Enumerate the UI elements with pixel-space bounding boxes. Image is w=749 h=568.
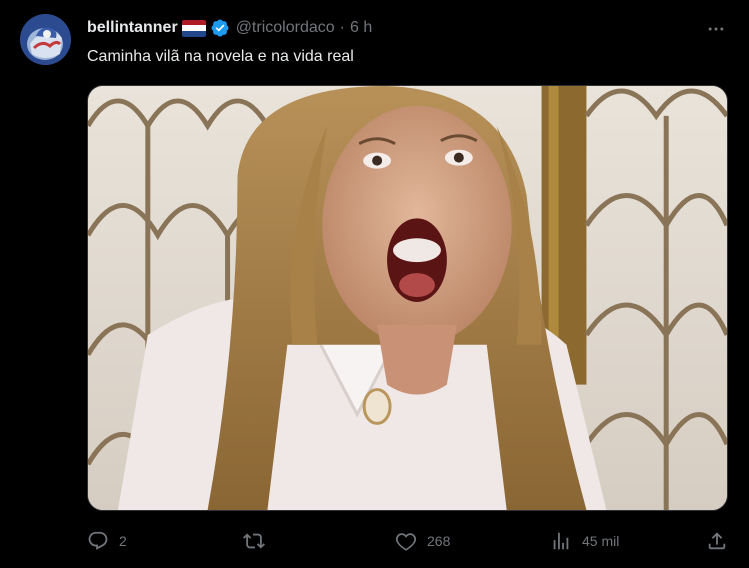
like-count: 268 — [427, 533, 451, 549]
tweet-card[interactable]: bellintanner @tricolordaco · 6 h Caminha… — [0, 0, 749, 568]
netherlands-flag-icon — [181, 19, 206, 37]
more-options-button[interactable] — [700, 16, 732, 42]
like-button[interactable]: 268 — [395, 528, 450, 554]
photo-image — [88, 86, 727, 510]
heart-icon — [395, 533, 417, 551]
author-handle[interactable]: @tricolordaco — [236, 19, 335, 37]
share-button[interactable] — [706, 528, 728, 554]
more-horizontal-icon — [708, 27, 724, 31]
timestamp[interactable]: 6 h — [350, 19, 372, 37]
bar-chart-icon — [553, 532, 569, 550]
share-icon — [708, 532, 726, 550]
tweet-media-image[interactable] — [87, 85, 728, 511]
separator-dot: · — [339, 19, 345, 36]
retweet-button[interactable] — [243, 528, 277, 554]
verified-badge-icon — [211, 19, 229, 37]
reply-icon — [88, 531, 108, 550]
reply-count: 2 — [119, 533, 127, 549]
avatar-image — [20, 14, 71, 65]
retweet-icon — [243, 533, 265, 549]
reply-button[interactable]: 2 — [87, 528, 127, 554]
views-count: 45 mil — [582, 533, 620, 549]
author-name[interactable]: bellintanner — [87, 19, 178, 37]
tweet-text: Caminha vilã na novela e na vida real — [87, 48, 354, 65]
views-button[interactable]: 45 mil — [550, 528, 619, 554]
tweet-header: bellintanner @tricolordaco · 6 h — [87, 17, 372, 39]
tweet-actions: 2 268 45 mil — [87, 528, 730, 554]
avatar[interactable] — [20, 14, 71, 65]
